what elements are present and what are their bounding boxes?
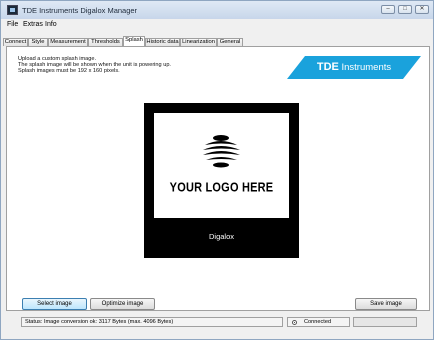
select-image-button[interactable]: Select image: [22, 298, 87, 310]
menu-extras[interactable]: Extras: [23, 21, 43, 28]
progress-bar: [353, 317, 417, 327]
tab-linearization[interactable]: Linearization: [180, 38, 217, 46]
info-line: Splash images must be 192 x 160 pixels.: [18, 68, 120, 74]
menu-info[interactable]: Info: [45, 21, 57, 28]
close-icon[interactable]: ✕: [415, 5, 429, 14]
menu-file[interactable]: File: [7, 21, 18, 28]
connection-indicator: Connected: [287, 317, 350, 327]
menu-bar: File Extras Info: [1, 19, 433, 31]
brand-text: TDE Instruments: [287, 56, 421, 79]
tab-connect[interactable]: Connect: [3, 38, 28, 46]
splash-caption: Digalox: [208, 232, 234, 241]
tab-splash[interactable]: Splash: [123, 36, 145, 46]
globe-logo-icon: [203, 135, 240, 168]
splash-preview: YOUR LOGO HERE Digalox: [144, 103, 299, 258]
tab-general[interactable]: General: [217, 38, 243, 46]
status-text: Status: Image conversion ok: 3117 Bytes …: [21, 317, 283, 327]
tab-thresholds[interactable]: Thresholds: [88, 38, 123, 46]
app-window: TDE Instruments Digalox Manager – □ ✕ Fi…: [0, 0, 434, 340]
connection-radio-icon: [292, 320, 297, 325]
maximize-icon[interactable]: □: [398, 5, 412, 14]
brand-logo: TDE Instruments: [287, 56, 421, 79]
splash-logo-area: YOUR LOGO HERE: [154, 113, 289, 218]
app-icon: [7, 5, 18, 15]
window-title: TDE Instruments Digalox Manager: [22, 6, 138, 15]
tab-style[interactable]: Style: [28, 38, 48, 46]
brand-bold: TDE: [316, 61, 339, 73]
title-bar: TDE Instruments Digalox Manager – □ ✕: [1, 1, 433, 19]
connection-label: Connected: [304, 319, 332, 325]
tab-historic-data[interactable]: Historic data: [145, 38, 180, 46]
save-image-button[interactable]: Save image: [355, 298, 417, 310]
tab-measurement[interactable]: Measurement: [48, 38, 88, 46]
minimize-icon[interactable]: –: [381, 5, 395, 14]
optimize-image-button[interactable]: Optimize image: [90, 298, 155, 310]
logo-placeholder-text: YOUR LOGO HERE: [169, 180, 274, 196]
brand-rest: Instruments: [338, 62, 392, 73]
